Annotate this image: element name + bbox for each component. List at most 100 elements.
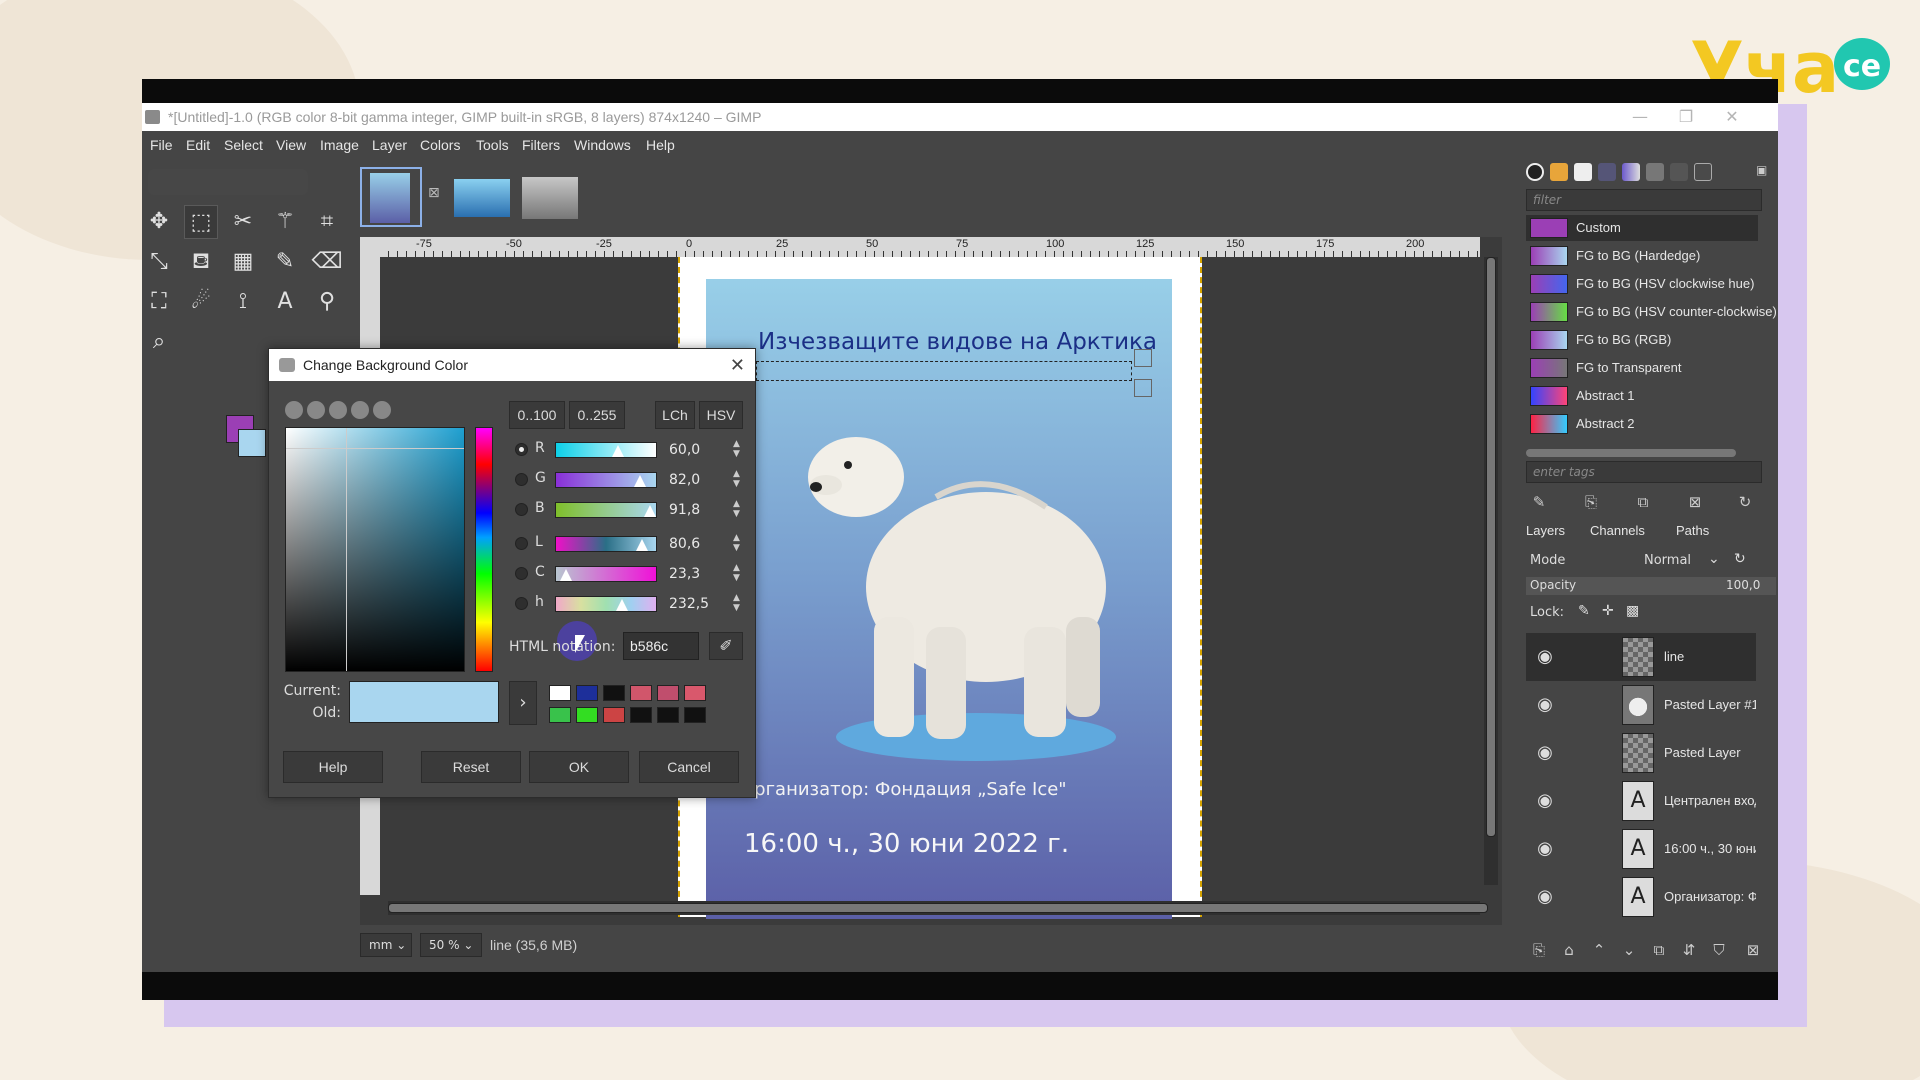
paintbrush-tool-icon[interactable]: ✎ bbox=[268, 245, 302, 279]
channel-slider[interactable] bbox=[555, 472, 657, 488]
wheel-selector-icon[interactable] bbox=[351, 401, 369, 419]
close-button[interactable]: ✕ bbox=[1712, 103, 1752, 131]
image-tab-poster[interactable] bbox=[360, 167, 422, 227]
delete-gradient-icon[interactable]: ⊠ bbox=[1682, 491, 1708, 513]
menu-select[interactable]: Select bbox=[224, 131, 263, 159]
channel-slider[interactable] bbox=[555, 596, 657, 612]
hsv-button[interactable]: HSV bbox=[699, 401, 743, 429]
gradient-tool-icon[interactable]: ▦ bbox=[226, 245, 260, 279]
history-color-swatch[interactable] bbox=[576, 707, 598, 723]
crop-tool-icon[interactable]: ⌗ bbox=[310, 205, 344, 239]
raise-layer-icon[interactable]: ⌃ bbox=[1586, 939, 1612, 961]
smudge-tool-icon[interactable]: ☄ bbox=[184, 285, 218, 319]
document-history-icon[interactable] bbox=[1598, 163, 1616, 181]
transform-handle[interactable] bbox=[1134, 379, 1152, 397]
ok-button[interactable]: OK bbox=[529, 751, 629, 783]
visibility-eye-icon[interactable]: ◉ bbox=[1532, 885, 1558, 909]
new-layer-icon[interactable]: ⎘ bbox=[1526, 939, 1552, 961]
font-icon[interactable] bbox=[1574, 163, 1592, 181]
gradient-icon[interactable] bbox=[1622, 163, 1640, 181]
gradient-scrollbar[interactable] bbox=[1526, 449, 1736, 457]
eraser-tool-icon[interactable]: ⌫ bbox=[310, 245, 344, 279]
eyedropper-icon[interactable]: ✐ bbox=[709, 632, 743, 660]
scroll-thumb[interactable] bbox=[1486, 257, 1496, 837]
gradient-item[interactable]: FG to Transparent bbox=[1526, 355, 1758, 381]
channel-slider[interactable] bbox=[555, 502, 657, 518]
menu-image[interactable]: Image bbox=[320, 131, 359, 159]
new-group-icon[interactable]: ⌂ bbox=[1556, 939, 1582, 961]
vertical-scrollbar[interactable] bbox=[1484, 257, 1498, 885]
history-color-swatch[interactable] bbox=[657, 685, 679, 701]
background-color-swatch[interactable] bbox=[238, 429, 266, 457]
spin-arrows-icon[interactable]: ▲ ▼ bbox=[733, 439, 740, 459]
bucket-fill-tool-icon[interactable]: ⛾ bbox=[184, 245, 218, 279]
reset-button[interactable]: Reset bbox=[421, 751, 521, 783]
menu-tools[interactable]: Tools bbox=[476, 131, 509, 159]
menu-layer[interactable]: Layer bbox=[372, 131, 407, 159]
tab-layers[interactable]: Layers bbox=[1526, 519, 1565, 543]
dialog-close-button[interactable]: ✕ bbox=[730, 349, 745, 381]
refresh-icon[interactable]: ↻ bbox=[1732, 491, 1758, 513]
spin-arrows-icon[interactable]: ▲ ▼ bbox=[733, 469, 740, 489]
channel-value[interactable]: 80,6 bbox=[663, 531, 721, 557]
opacity-slider[interactable]: Opacity 100,0 bbox=[1526, 577, 1776, 595]
unit-select[interactable]: mm ⌄ bbox=[360, 933, 412, 957]
channel-radio[interactable] bbox=[515, 597, 528, 610]
close-tab-icon[interactable]: ⊠ bbox=[428, 185, 440, 201]
image-tab-bear[interactable] bbox=[518, 167, 580, 227]
watercolor-selector-icon[interactable] bbox=[373, 401, 391, 419]
visibility-eye-icon[interactable]: ◉ bbox=[1532, 693, 1558, 717]
triangle-selector-icon[interactable] bbox=[329, 401, 347, 419]
transform-tool-icon[interactable]: ⤡ bbox=[142, 245, 176, 279]
scroll-thumb[interactable] bbox=[388, 903, 1488, 913]
history-color-swatch[interactable] bbox=[684, 707, 706, 723]
menu-colors[interactable]: Colors bbox=[420, 131, 460, 159]
zoom-tool-icon[interactable]: ⌕ bbox=[142, 325, 176, 359]
history-color-swatch[interactable] bbox=[549, 707, 571, 723]
gimp-selector-icon[interactable] bbox=[285, 401, 303, 419]
hue-strip[interactable] bbox=[475, 427, 493, 672]
spin-arrows-icon[interactable]: ▲ ▼ bbox=[733, 533, 740, 553]
cancel-button[interactable]: Cancel bbox=[639, 751, 739, 783]
scissors-select-tool-icon[interactable]: ✂ bbox=[226, 205, 260, 239]
lock-position-icon[interactable]: ✛ bbox=[1602, 603, 1614, 619]
new-gradient-icon[interactable]: ⎘ bbox=[1578, 491, 1604, 513]
channel-radio[interactable] bbox=[515, 567, 528, 580]
spin-arrows-icon[interactable]: ▲ ▼ bbox=[733, 593, 740, 613]
palette-icon[interactable] bbox=[1646, 163, 1664, 181]
channel-radio[interactable] bbox=[515, 473, 528, 486]
channel-value[interactable]: 91,8 bbox=[663, 497, 721, 523]
gradient-item[interactable]: Abstract 1 bbox=[1526, 383, 1758, 409]
help-button[interactable]: Help bbox=[283, 751, 383, 783]
menu-view[interactable]: View bbox=[276, 131, 306, 159]
channel-value[interactable]: 82,0 bbox=[663, 467, 721, 493]
gradient-item[interactable]: Custom bbox=[1526, 215, 1758, 241]
channel-radio[interactable] bbox=[515, 503, 528, 516]
range-0-255-button[interactable]: 0..255 bbox=[569, 401, 625, 429]
zoom-select[interactable]: 50 % ⌄ bbox=[420, 933, 482, 957]
mask-icon[interactable]: ⛉ bbox=[1706, 939, 1732, 961]
layer-row[interactable]: ◉ A Централен вход на bbox=[1526, 777, 1756, 825]
delete-layer-icon[interactable]: ⊠ bbox=[1740, 939, 1766, 961]
menu-edit[interactable]: Edit bbox=[186, 131, 210, 159]
lock-pixels-icon[interactable]: ✎ bbox=[1578, 603, 1590, 619]
fuzzy-select-tool-icon[interactable]: ⚚ bbox=[268, 205, 302, 239]
gradient-item[interactable]: Abstract 2 bbox=[1526, 411, 1758, 437]
pattern-icon[interactable] bbox=[1550, 163, 1568, 181]
merge-layer-icon[interactable]: ⇵ bbox=[1676, 939, 1702, 961]
history-color-swatch[interactable] bbox=[603, 685, 625, 701]
minimize-button[interactable]: — bbox=[1620, 103, 1660, 131]
html-notation-input[interactable]: b586c bbox=[623, 632, 699, 660]
duplicate-gradient-icon[interactable]: ⧉ bbox=[1630, 491, 1656, 513]
monitor-icon[interactable] bbox=[1694, 163, 1712, 181]
visibility-eye-icon[interactable]: ◉ bbox=[1532, 837, 1558, 861]
chevron-down-icon[interactable]: ⌄ bbox=[1708, 551, 1720, 567]
clone-tool-icon[interactable]: ⛶ bbox=[142, 285, 176, 319]
tool-preset-icon[interactable] bbox=[1670, 163, 1688, 181]
image-tab-ice[interactable] bbox=[450, 167, 512, 227]
menu-filters[interactable]: Filters bbox=[522, 131, 560, 159]
layer-row[interactable]: ◉ A 16:00 ч., 30 юни 2 bbox=[1526, 825, 1756, 873]
color-area-picker[interactable] bbox=[285, 427, 465, 672]
rect-select-tool-icon[interactable]: ⬚ bbox=[184, 205, 218, 239]
gradient-item[interactable]: FG to BG (HSV clockwise hue) bbox=[1526, 271, 1758, 297]
